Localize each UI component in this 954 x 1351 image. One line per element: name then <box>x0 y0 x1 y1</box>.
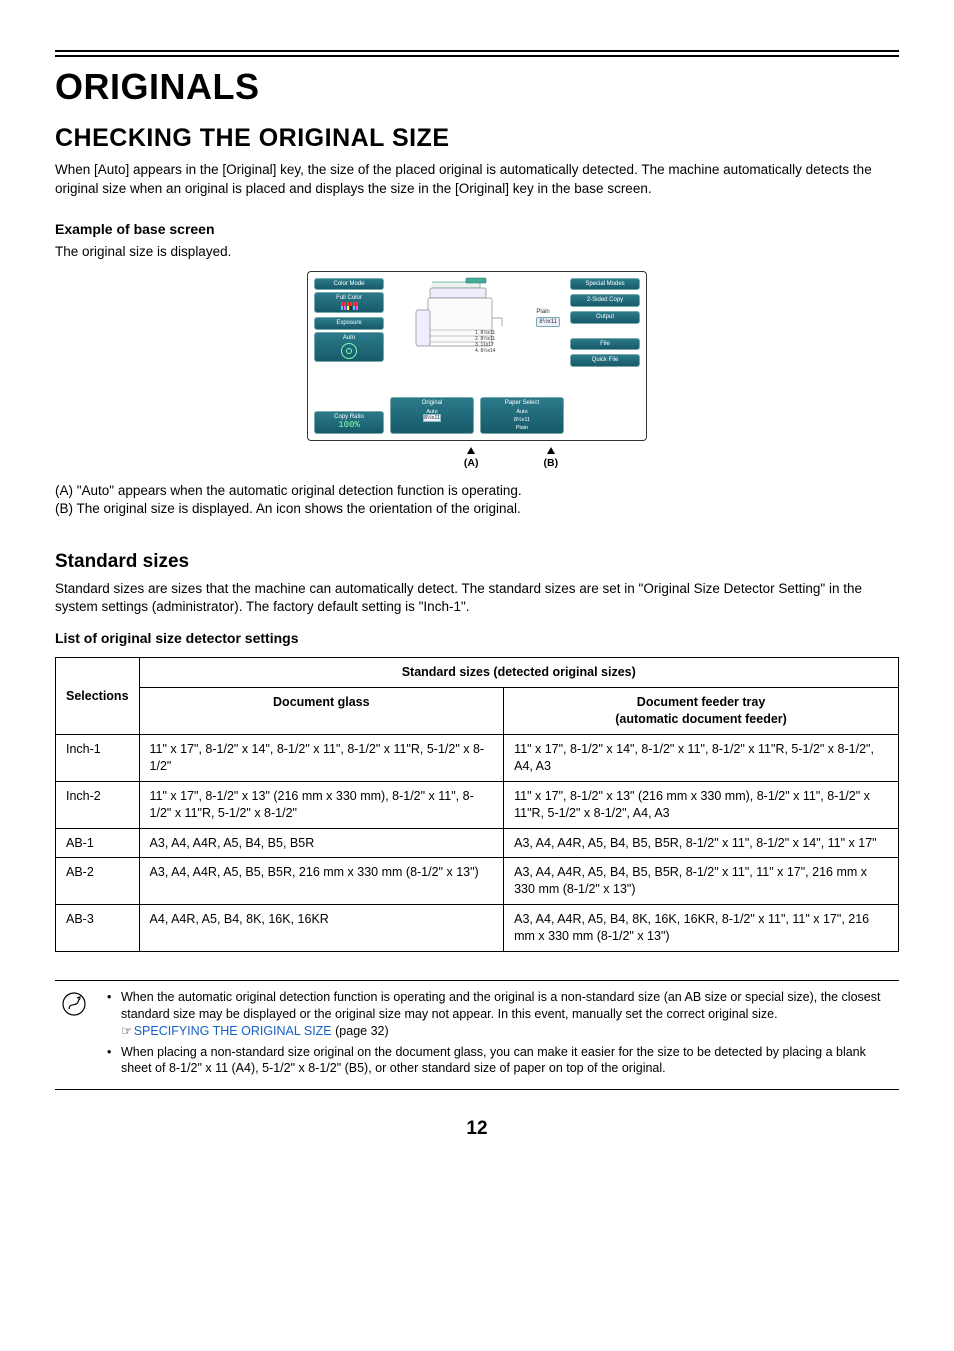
paper-size-label: 8½x11 <box>484 417 560 423</box>
full-color-label: Full Color <box>336 295 362 301</box>
th-standard-sizes: Standard sizes (detected original sizes) <box>139 658 898 688</box>
callout-arrows: (A) (B) <box>307 447 647 470</box>
page-title: ORIGINALS <box>55 63 899 112</box>
intro-text: When [Auto] appears in the [Original] ke… <box>55 161 899 197</box>
table-row: Inch-1 11" x 17", 8-1/2" x 14", 8-1/2" x… <box>56 735 899 782</box>
th-document-glass: Document glass <box>139 688 504 735</box>
pointer-icon: ☞ <box>121 1024 134 1038</box>
standard-sizes-desc: Standard sizes are sizes that the machin… <box>55 580 899 616</box>
two-sided-button[interactable]: 2-Sided Copy <box>570 294 640 307</box>
file-button[interactable]: File <box>570 338 640 351</box>
original-label: Original <box>422 400 443 406</box>
page-number: 12 <box>55 1116 899 1142</box>
size-detector-table: Selections Standard sizes (detected orig… <box>55 657 899 952</box>
tray-list: 1. 8½x11 2. 8½x11 3. 11x17 4. 8½x14 <box>475 330 496 354</box>
standard-sizes-heading: Standard sizes <box>55 549 899 575</box>
callout-b: (B) <box>544 447 559 470</box>
paper-auto-label: Auto <box>484 409 560 415</box>
section-title: CHECKING THE ORIGINAL SIZE <box>55 122 899 156</box>
cmyk-bars-icon <box>318 306 380 310</box>
th-selections: Selections <box>56 658 140 735</box>
plain-label: Plain 8½x11 <box>536 308 560 327</box>
th-document-feeder: Document feeder tray (automatic document… <box>504 688 899 735</box>
example-heading: Example of base screen <box>55 220 899 239</box>
copy-ratio-button[interactable]: Copy Ratio 100% <box>314 411 384 433</box>
example-desc: The original size is displayed. <box>55 243 899 261</box>
table-row: AB-2 A3, A4, A4R, A5, B5, B5R, 216 mm x … <box>56 858 899 905</box>
paper-type-label: Plain <box>484 425 560 431</box>
footnote-box: When the automatic original detection fu… <box>55 980 899 1090</box>
screen-figure: Color Mode Full Color Exposure Auto <box>307 271 647 470</box>
exposure-auto-label: Auto <box>343 335 355 341</box>
link-specifying-original-size[interactable]: SPECIFYING THE ORIGINAL SIZE <box>134 1024 332 1038</box>
machine-icon <box>410 276 520 366</box>
note-a: (A) "Auto" appears when the automatic or… <box>55 482 899 500</box>
link-page-ref: (page 32) <box>332 1024 389 1038</box>
paper-select-label: Paper Select <box>505 400 539 406</box>
header-double-rule <box>55 50 899 57</box>
original-size-badge: 8½x11 <box>423 414 441 422</box>
table-row: AB-1 A3, A4, A4R, A5, B4, B5, B5R A3, A4… <box>56 828 899 858</box>
full-color-button[interactable]: Full Color <box>314 292 384 313</box>
exposure-auto-button[interactable]: Auto <box>314 332 384 363</box>
table-row: Inch-2 11" x 17", 8-1/2" x 13" (216 mm x… <box>56 781 899 828</box>
dial-icon <box>341 343 357 359</box>
quick-file-button[interactable]: Quick File <box>570 354 640 367</box>
note-b: (B) The original size is displayed. An i… <box>55 500 899 518</box>
original-button[interactable]: Original Auto 8½x11 <box>390 397 474 434</box>
footnote-bullet-2: When placing a non-standard size origina… <box>111 1044 893 1078</box>
special-modes-button[interactable]: Special Modes <box>570 278 640 291</box>
list-heading: List of original size detector settings <box>55 629 899 648</box>
paper-select-button[interactable]: Paper Select Auto 8½x11 Plain <box>480 397 564 434</box>
callout-a: (A) <box>464 447 479 470</box>
color-mode-button[interactable]: Color Mode <box>314 278 384 291</box>
note-icon <box>61 989 87 1081</box>
ratio-value: 100% <box>318 421 380 431</box>
output-button[interactable]: Output <box>570 311 640 324</box>
footnote-bullet-1: When the automatic original detection fu… <box>111 989 893 1040</box>
footnote-text-1: When the automatic original detection fu… <box>121 990 880 1021</box>
exposure-button[interactable]: Exposure <box>314 317 384 330</box>
table-row: AB-3 A4, A4R, A5, B4, 8K, 16K, 16KR A3, … <box>56 905 899 952</box>
copier-screen: Color Mode Full Color Exposure Auto <box>307 271 647 441</box>
